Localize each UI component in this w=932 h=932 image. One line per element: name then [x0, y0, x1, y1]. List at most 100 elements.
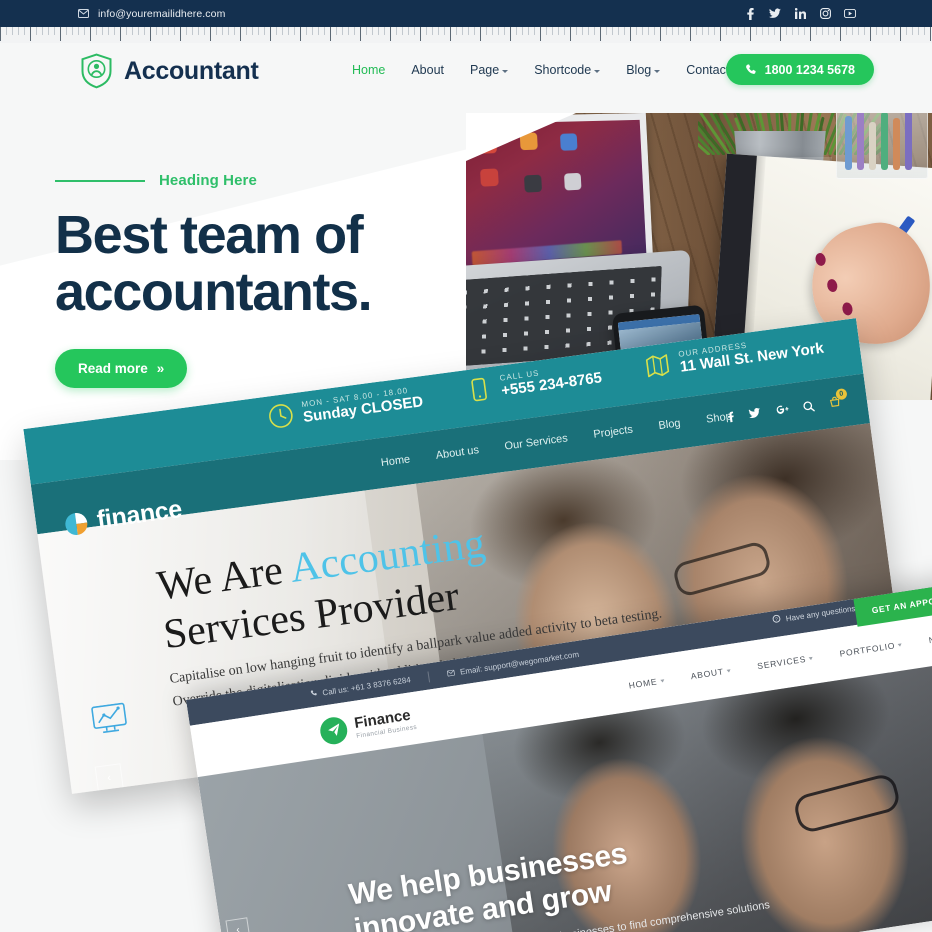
ruler-tick — [828, 27, 829, 35]
ruler-tick — [492, 27, 493, 35]
cart-icon[interactable]: 0 — [828, 387, 848, 409]
p3-nav-item-services[interactable]: SERVICES — [757, 653, 814, 671]
nav-item-label: Home — [352, 63, 386, 77]
ruler-tick — [918, 27, 919, 35]
ruler-tick — [204, 27, 205, 35]
p3-nav-item-about[interactable]: ABOUT — [690, 665, 731, 681]
p2-social-bar: 0 — [727, 387, 848, 423]
ruler-tick — [462, 27, 463, 35]
p3-nav-item-portfolio[interactable]: PORTFOLIO — [839, 639, 903, 659]
hero-kicker: Heading Here — [55, 172, 475, 189]
pie-chart-icon — [63, 510, 90, 537]
ruler-tick — [840, 27, 841, 41]
ruler-tick — [324, 27, 325, 35]
ruler-tick — [276, 27, 277, 35]
ruler-tick — [330, 27, 331, 41]
ruler-tick — [900, 27, 901, 41]
chevron-down-icon — [659, 678, 665, 683]
nav-item-blog[interactable]: Blog — [626, 63, 661, 77]
p3-nav-item-news[interactable]: NEWS — [928, 630, 932, 645]
ruler-tick — [6, 27, 7, 35]
ruler-tick — [402, 27, 403, 35]
ruler-tick — [876, 27, 877, 35]
ruler-tick — [300, 27, 301, 41]
p2-nav-item-our-services[interactable]: Our Services — [504, 432, 569, 452]
nav-item-contact[interactable]: Contact — [686, 63, 729, 77]
nav-item-about[interactable]: About — [411, 63, 444, 77]
twitter-icon[interactable] — [748, 407, 761, 419]
google-plus-icon[interactable] — [775, 404, 789, 416]
ruler-tick — [234, 27, 235, 35]
p2-nav-item-about-us[interactable]: About us — [435, 444, 480, 462]
chevron-down-icon — [897, 642, 903, 647]
ruler-tick — [168, 27, 169, 35]
ruler-tick — [894, 27, 895, 35]
ruler-tick — [888, 27, 889, 35]
ruler-tick — [810, 27, 811, 41]
ruler-tick — [414, 27, 415, 35]
ruler-tick — [654, 27, 655, 35]
p2-slider-prev-button[interactable]: ‹ — [94, 763, 124, 793]
ruler-tick — [228, 27, 229, 35]
ruler-tick — [372, 27, 373, 35]
ruler-tick — [720, 27, 721, 41]
ruler-tick — [318, 27, 319, 35]
ruler-tick — [348, 27, 349, 35]
p3-brand-logo[interactable]: Finance Financial Business — [318, 705, 418, 746]
p2-nav-item-projects[interactable]: Projects — [593, 424, 634, 441]
ruler-tick — [474, 27, 475, 35]
facebook-icon[interactable] — [744, 7, 756, 20]
p3-slider-prev-button[interactable]: ‹ — [225, 917, 251, 932]
youtube-icon[interactable] — [844, 7, 856, 20]
ruler-tick — [684, 27, 685, 35]
ruler-tick — [666, 27, 667, 35]
social-links — [744, 7, 856, 20]
top-email-block[interactable]: info@youremailidhere.com — [78, 8, 225, 20]
nav-item-shortcode[interactable]: Shortcode — [534, 63, 601, 77]
instagram-icon[interactable] — [819, 7, 831, 20]
p2-nav-item-blog[interactable]: Blog — [658, 417, 681, 432]
ruler-tick — [24, 27, 25, 35]
nav-item-page[interactable]: Page — [470, 63, 509, 77]
ruler-tick — [822, 27, 823, 35]
ruler-tick — [696, 27, 697, 35]
paper-plane-icon — [318, 714, 350, 746]
phone-cta-button[interactable]: 1800 1234 5678 — [725, 54, 874, 85]
shield-person-icon — [80, 53, 113, 89]
ruler-tick — [594, 27, 595, 35]
ruler-tick — [210, 27, 211, 41]
read-more-button[interactable]: Read more » — [55, 349, 188, 389]
kicker-line — [55, 179, 145, 182]
nav-item-label: Shortcode — [534, 63, 592, 77]
nav-item-label: Blog — [626, 63, 652, 77]
p2-nav-item-home[interactable]: Home — [380, 453, 411, 469]
ruler-tick — [42, 27, 43, 35]
ruler-tick — [516, 27, 517, 35]
facebook-icon[interactable] — [727, 411, 734, 423]
ruler-tick — [912, 27, 913, 35]
ruler-tick — [468, 27, 469, 35]
twitter-icon[interactable] — [769, 7, 781, 20]
ruler-tick — [438, 27, 439, 35]
brand-logo[interactable]: Accountant — [80, 53, 259, 89]
main-nav: Home About Page Shortcode Blog Contact — [352, 63, 729, 77]
ruler-tick — [780, 27, 781, 41]
ruler-tick — [576, 27, 577, 35]
brand-name: Accountant — [124, 56, 259, 85]
ruler-tick — [336, 27, 337, 35]
ruler-tick — [606, 27, 607, 35]
ruler-tick — [648, 27, 649, 35]
linkedin-icon[interactable] — [794, 7, 806, 20]
search-icon[interactable] — [803, 400, 815, 412]
p2-call: CALL US +555 234-8765 — [464, 360, 603, 404]
mobile-icon — [464, 375, 493, 404]
ruler-tick — [792, 27, 793, 35]
p3-nav-item-home[interactable]: HOME — [628, 675, 665, 691]
ruler-tick — [798, 27, 799, 35]
chevron-down-icon — [726, 668, 731, 673]
ruler-tick — [588, 27, 589, 35]
ruler-tick — [246, 27, 247, 35]
ruler-tick — [66, 27, 67, 35]
nav-item-label: Page — [470, 63, 500, 77]
nav-item-home[interactable]: Home — [352, 63, 385, 77]
